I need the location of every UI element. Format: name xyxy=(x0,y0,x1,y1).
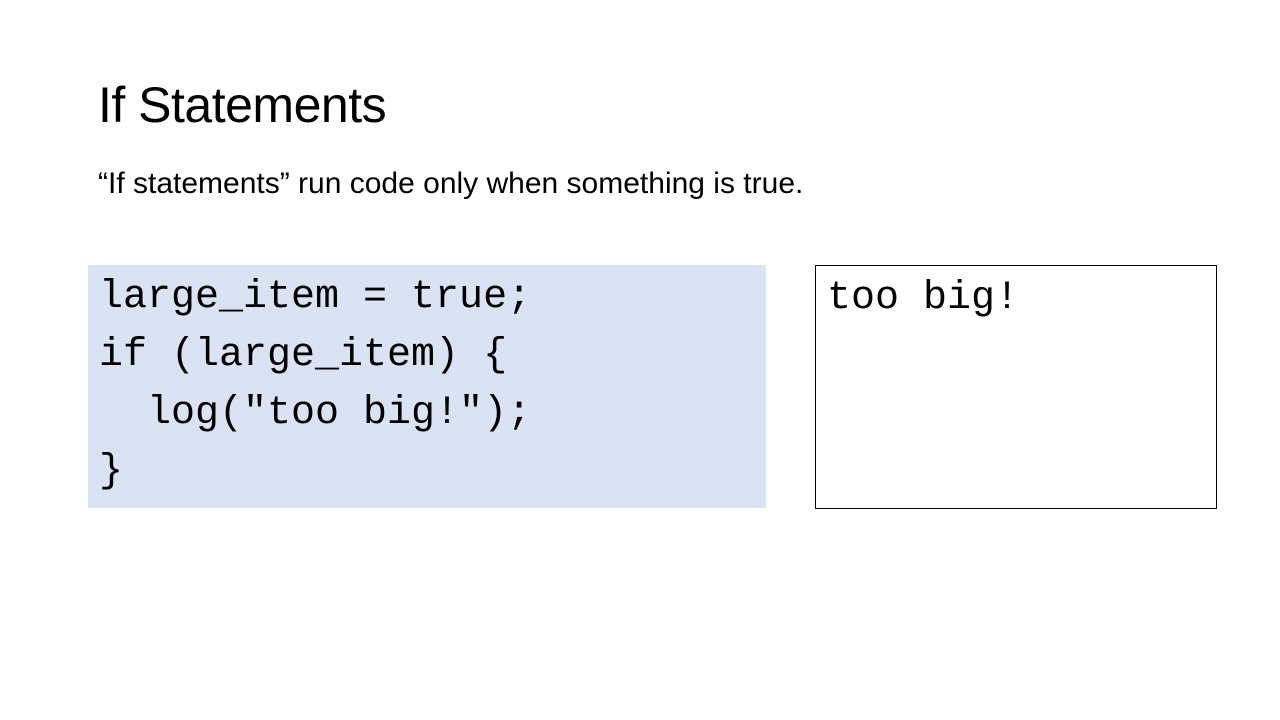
slide-title: If Statements xyxy=(98,77,387,133)
output-console: too big! xyxy=(815,265,1217,509)
output-text: too big! xyxy=(827,276,1020,321)
code-block: large_item = true; if (large_item) { log… xyxy=(88,265,766,508)
code-line: if (large_item) { xyxy=(99,333,508,378)
code-line: log("too big!"); xyxy=(99,391,532,436)
slide: If Statements “If statements” run code o… xyxy=(0,0,1280,720)
slide-subtitle: “If statements” run code only when somet… xyxy=(98,167,804,200)
code-line: } xyxy=(99,449,124,494)
code-line: large_item = true; xyxy=(99,275,532,320)
